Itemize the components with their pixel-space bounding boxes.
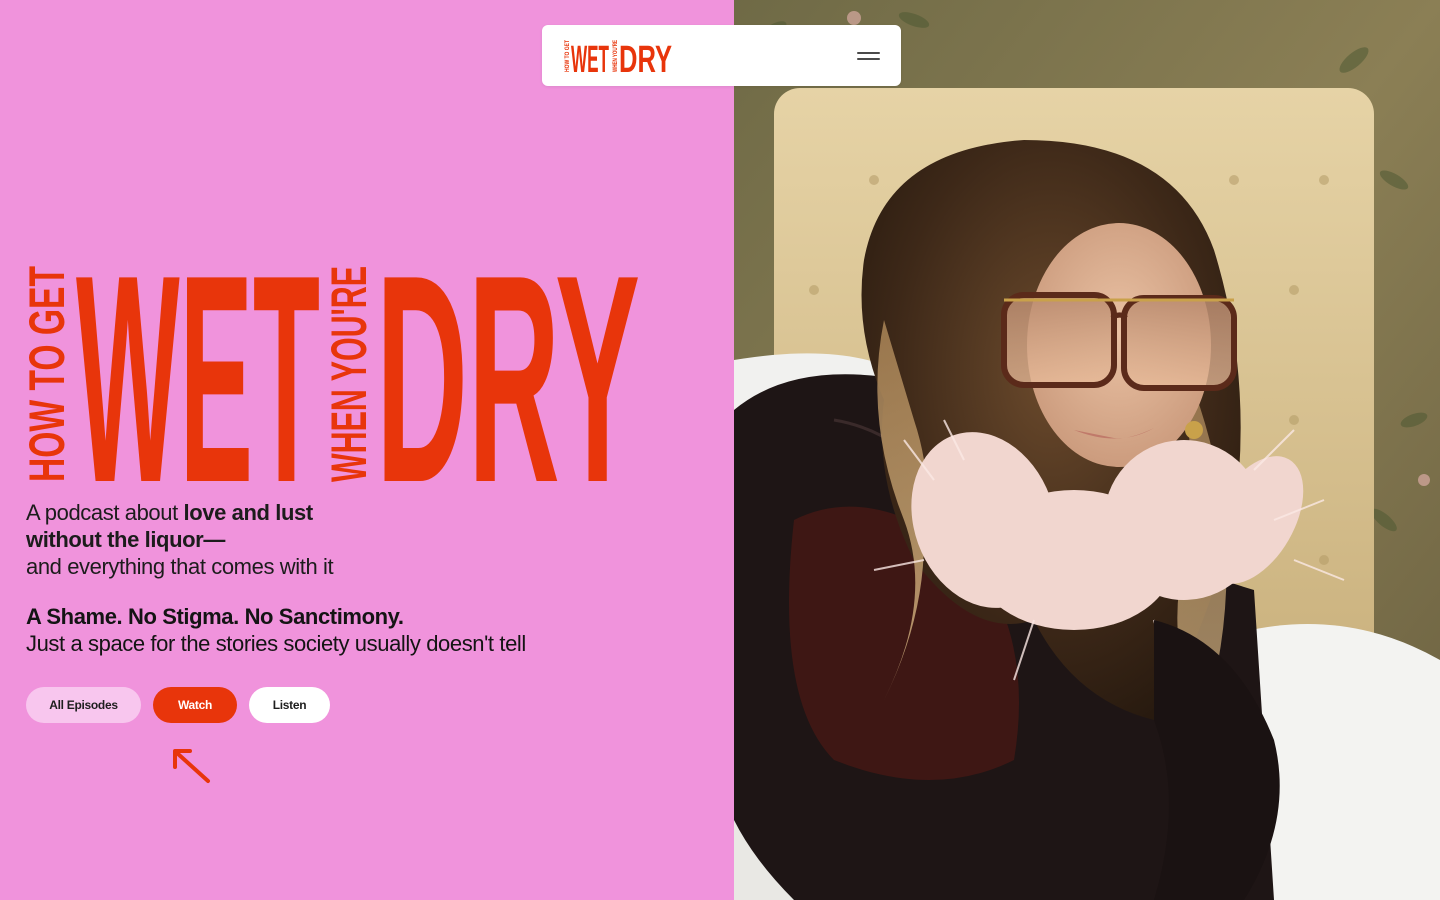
hero-photo: [734, 0, 1440, 900]
tagline-intro: A podcast about: [26, 500, 184, 525]
manifesto: A Shame. No Stigma. No Sanctimony. Just …: [26, 603, 526, 657]
hamburger-menu-icon[interactable]: [853, 45, 883, 67]
manifesto-headline: A Shame. No Stigma. No Sanctimony.: [26, 604, 404, 629]
site-logo[interactable]: HOW TO GET WET WHEN YOU'RE DRY: [562, 39, 674, 73]
site-header: HOW TO GET WET WHEN YOU'RE DRY: [542, 25, 901, 86]
logo-when-youre: WHEN YOU'RE: [612, 40, 619, 72]
logo-wet: WET: [571, 39, 609, 73]
title-wet: WET: [76, 262, 320, 486]
tagline-emphasis: love and lust: [183, 500, 314, 525]
tagline: A podcast about love and lust without th…: [26, 499, 334, 580]
tagline-line-2: without the liquor—: [26, 527, 225, 552]
manifesto-subtext: Just a space for the stories society usu…: [26, 631, 526, 656]
listen-button[interactable]: Listen: [249, 687, 330, 723]
menu-line: [856, 52, 880, 54]
watch-button[interactable]: Watch: [153, 687, 237, 723]
title-when-youre: WHEN YOU'RE: [321, 266, 377, 482]
arrow-up-left-icon: [173, 749, 210, 783]
menu-line: [856, 58, 880, 60]
hero-title: HOW TO GET WET WHEN YOU'RE DRY: [19, 213, 644, 544]
logo-dry: DRY: [619, 39, 672, 73]
tagline-line-1: A podcast about love and lust: [26, 499, 333, 526]
logo-how-to-get: HOW TO GET: [564, 40, 571, 72]
title-how-to-get: HOW TO GET: [24, 266, 75, 482]
title-dry: DRY: [376, 262, 640, 486]
tagline-line-3: and everything that comes with it: [26, 554, 334, 579]
all-episodes-button[interactable]: All Episodes: [26, 687, 141, 723]
